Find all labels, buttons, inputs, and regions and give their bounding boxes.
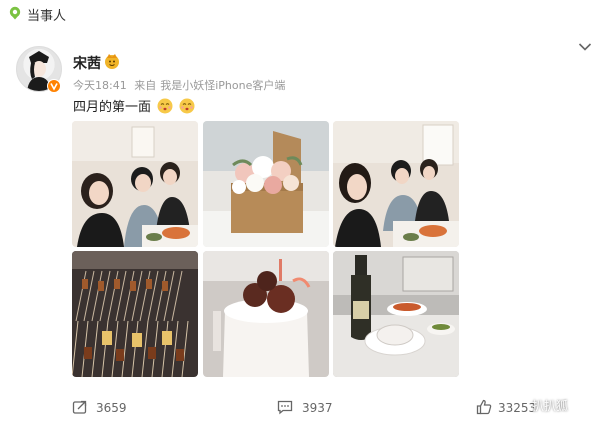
source-prefix: 来自 xyxy=(134,79,157,92)
chevron-down-icon[interactable] xyxy=(578,42,592,52)
post-photo-6[interactable] xyxy=(333,251,459,377)
like-count: 33253 xyxy=(498,401,537,415)
post-photo-1[interactable] xyxy=(72,121,198,247)
repost-icon xyxy=(72,400,87,414)
post-body: 四月的第一面 xyxy=(73,100,152,115)
location-pin-icon xyxy=(9,6,21,20)
post-photo-4[interactable] xyxy=(72,251,198,377)
post-photo-5[interactable] xyxy=(203,251,329,377)
comment-count: 3937 xyxy=(302,401,333,415)
author-name[interactable]: 宋茜 xyxy=(73,53,101,73)
post-source[interactable]: 我是小妖怪iPhone客户端 xyxy=(160,79,285,92)
like-icon xyxy=(476,399,492,415)
post-photo-3[interactable] xyxy=(333,121,459,247)
comment-action[interactable]: 3937 xyxy=(277,398,347,420)
post-meta: 今天18:41 来自 我是小妖怪iPhone客户端 xyxy=(73,77,289,93)
post-photo-2[interactable] xyxy=(203,121,329,247)
member-badge-icon[interactable] xyxy=(103,52,121,70)
verified-badge-icon xyxy=(47,79,61,93)
comment-icon xyxy=(277,400,293,415)
top-context-bar: 当事人 xyxy=(0,0,600,28)
post-text: 四月的第一面 xyxy=(73,96,195,115)
repost-action[interactable]: 3659 xyxy=(72,398,142,420)
repost-count: 3659 xyxy=(96,401,127,415)
context-label: 当事人 xyxy=(27,9,67,24)
kiss-emoji-icon xyxy=(157,98,173,114)
post-time[interactable]: 今天18:41 xyxy=(73,79,127,92)
kiss-emoji-icon xyxy=(179,98,195,114)
watermark: 扒扒狐 xyxy=(532,399,569,413)
